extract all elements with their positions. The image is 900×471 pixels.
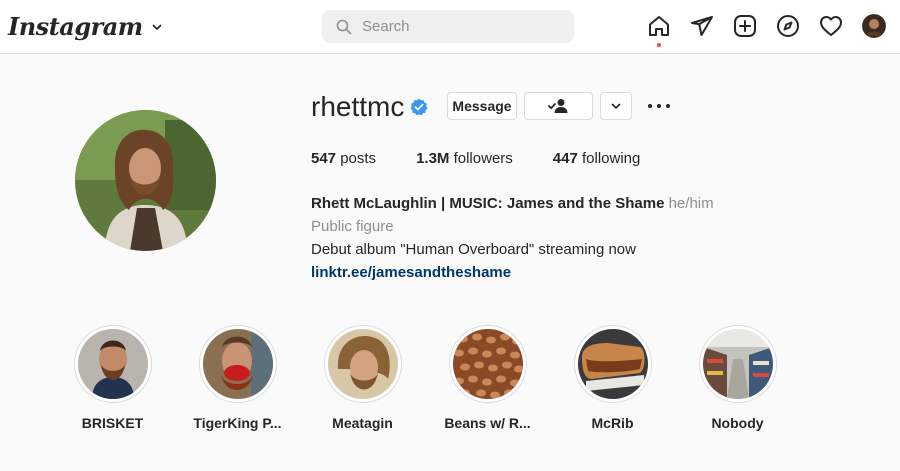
highlight-item[interactable]: Beans w/ R...	[425, 325, 550, 431]
new-post-button[interactable]	[733, 14, 757, 38]
search-icon	[336, 19, 352, 34]
top-nav-bar: Instagram	[0, 0, 900, 54]
highlight-ring	[698, 325, 777, 403]
pronouns: he/him	[668, 195, 714, 212]
following-icon	[547, 99, 567, 113]
chevron-down-icon	[611, 103, 621, 110]
bio-text: Debut album "Human Overboard" streaming …	[311, 241, 636, 258]
bio-link[interactable]: linktr.ee/jamesandtheshame	[311, 264, 511, 281]
followers-label: followers	[453, 150, 513, 167]
following-label: following	[581, 150, 641, 167]
search-bar[interactable]	[322, 10, 574, 43]
message-button[interactable]: Message	[447, 92, 517, 120]
following-count: 447	[552, 150, 578, 167]
highlight-ring	[323, 325, 402, 403]
search-input[interactable]	[362, 18, 562, 35]
instagram-logo[interactable]: Instagram	[8, 12, 163, 41]
more-options-button[interactable]	[648, 96, 670, 116]
posts-label: posts	[340, 150, 377, 167]
profile-stats: 547 posts 1.3M followers 447 following	[311, 150, 680, 167]
highlight-item[interactable]: TigerKing P...	[175, 325, 300, 431]
direct-button[interactable]	[690, 14, 714, 38]
home-icon	[649, 16, 669, 36]
highlight-cover	[452, 329, 523, 399]
highlight-label: TigerKing P...	[193, 415, 282, 431]
profile-picture[interactable]	[75, 110, 216, 251]
highlight-item[interactable]: BRISKET	[50, 325, 175, 431]
profile-nav-button[interactable]	[862, 14, 886, 38]
bio-name-line: Rhett McLaughlin | MUSIC: James and the …	[311, 192, 714, 215]
highlight-cover	[327, 329, 398, 399]
nav-icons	[647, 14, 886, 47]
highlight-label: McRib	[591, 415, 634, 431]
followers-stat[interactable]: 1.3M followers	[416, 150, 513, 167]
highlight-ring	[198, 325, 277, 403]
avatar	[862, 14, 886, 38]
highlight-cover	[702, 329, 773, 399]
highlight-item[interactable]: Nobody	[675, 325, 800, 431]
highlight-cover	[577, 329, 648, 399]
following-button[interactable]	[524, 92, 593, 120]
verified-badge-icon	[410, 98, 428, 116]
category-label: Public figure	[311, 218, 394, 235]
highlight-label: Nobody	[711, 415, 764, 431]
highlight-cover	[202, 329, 273, 399]
posts-count: 547	[311, 150, 337, 167]
highlight-ring	[573, 325, 652, 403]
highlight-item[interactable]: McRib	[550, 325, 675, 431]
heart-icon	[820, 16, 842, 36]
logo-text: Instagram	[8, 12, 143, 41]
more-dot-icon	[648, 104, 652, 108]
highlight-cover	[77, 329, 148, 399]
explore-button[interactable]	[776, 14, 800, 38]
highlight-item[interactable]: Meatagin	[300, 325, 425, 431]
more-dot-icon	[666, 104, 670, 108]
new-post-icon	[734, 15, 756, 37]
highlight-label: Meatagin	[332, 415, 393, 431]
full-name: Rhett McLaughlin | MUSIC: James and the …	[311, 195, 665, 212]
story-highlights: BRISKET TigerKing P... Meatagin Beans w/…	[50, 325, 800, 431]
highlight-label: Beans w/ R...	[444, 415, 531, 431]
posts-stat: 547 posts	[311, 150, 376, 167]
profile-bio: Rhett McLaughlin | MUSIC: James and the …	[311, 192, 714, 284]
more-dot-icon	[657, 104, 661, 108]
username-row: rhettmc	[311, 91, 428, 122]
following-stat[interactable]: 447 following	[553, 150, 641, 167]
notification-dot	[657, 43, 661, 47]
home-button[interactable]	[647, 14, 671, 47]
suggested-accounts-button[interactable]	[600, 92, 632, 120]
chevron-down-icon[interactable]	[151, 21, 163, 33]
highlight-label: BRISKET	[81, 415, 144, 431]
followers-count: 1.3M	[416, 150, 450, 167]
highlight-ring	[73, 325, 152, 403]
explore-icon	[777, 15, 799, 37]
highlight-ring	[448, 325, 527, 403]
direct-icon	[691, 16, 713, 36]
profile-username: rhettmc	[311, 91, 405, 122]
activity-button[interactable]	[819, 14, 843, 38]
